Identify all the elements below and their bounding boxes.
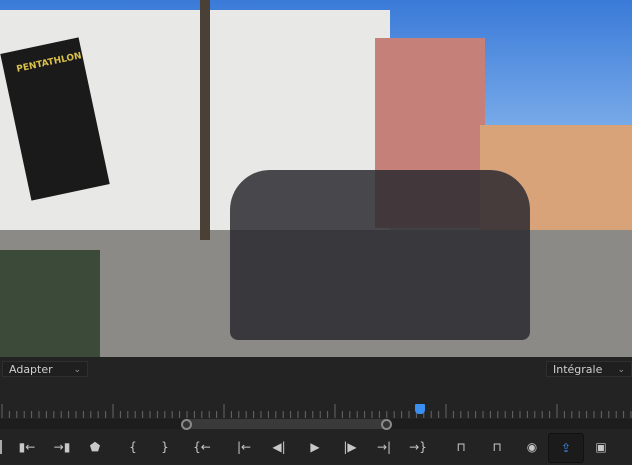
mark-in-button[interactable]: { [122, 437, 144, 457]
step-back-icon: ◀| [272, 440, 286, 454]
arrow-marker-icon: →▮ [53, 440, 71, 454]
zoom-scrollbar[interactable] [0, 419, 632, 430]
step-to-end-button[interactable]: →| [373, 437, 395, 457]
add-marker-button-button[interactable]: ⬟ [84, 437, 106, 457]
chevron-down-icon: ⌄ [617, 365, 625, 375]
video-frame: PENTATHLON [0, 0, 632, 357]
step-to-end-icon: →| [376, 440, 392, 454]
brace-left-icon: { [129, 440, 137, 454]
step-forward-button[interactable]: |▶ [339, 437, 361, 457]
go-to-out-icon: →} [409, 440, 427, 454]
overwrite-button[interactable]: ⊓ [486, 437, 508, 457]
playhead[interactable] [415, 404, 426, 414]
zoom-scrollbar-thumb[interactable] [186, 419, 386, 429]
add-marker-button[interactable]: ▮← [16, 437, 38, 457]
marker-in-arrow-icon: ▮← [18, 440, 36, 454]
marker-icon: ⬟ [89, 440, 101, 454]
go-to-in-icon: {← [193, 440, 211, 454]
playback-resolution-value: Intégrale [553, 363, 603, 376]
step-back-button[interactable]: ◀| [268, 437, 290, 457]
go-to-in-button[interactable]: {← [191, 437, 213, 457]
brace-right-icon: } [161, 440, 169, 454]
zoom-level-dropdown[interactable]: Adapter ⌄ [2, 361, 88, 377]
zoom-level-value: Adapter [9, 363, 53, 376]
export-icon: ⇪ [560, 441, 572, 455]
divider [0, 440, 2, 454]
go-to-out-button[interactable]: →} [407, 437, 429, 457]
time-ruler[interactable] [0, 404, 632, 418]
play-button[interactable]: ▶ [304, 437, 326, 457]
play-icon: ▶ [310, 440, 320, 454]
step-to-start-icon: |← [236, 440, 252, 454]
multi-camera-button[interactable]: ▣ [590, 437, 612, 457]
step-forward-icon: |▶ [343, 440, 357, 454]
go-to-marker-button[interactable]: →▮ [51, 437, 73, 457]
insert-button[interactable]: ⊓ [450, 437, 472, 457]
export-frame-button[interactable]: ◉ [521, 437, 543, 457]
insert-icon: ⊓ [456, 440, 466, 454]
zoom-handle-right[interactable] [380, 419, 392, 430]
step-back-to-start-button[interactable]: |← [233, 437, 255, 457]
overwrite-icon: ⊓ [492, 440, 502, 454]
mark-out-button[interactable]: } [154, 437, 176, 457]
chevron-down-icon: ⌄ [73, 365, 81, 375]
film-stack-icon: ▣ [595, 440, 607, 454]
camera-icon: ◉ [526, 440, 538, 454]
export-button[interactable]: ⇪ [548, 433, 584, 463]
playback-resolution-dropdown[interactable]: Intégrale ⌄ [546, 361, 632, 377]
